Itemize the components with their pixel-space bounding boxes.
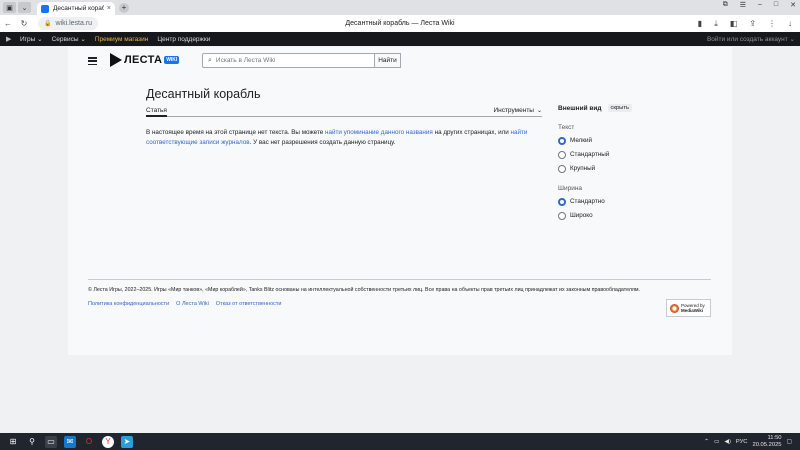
- text-size-standard[interactable]: Стандартный: [558, 150, 658, 159]
- body-text: на других страницах, или: [432, 129, 511, 136]
- footer-links: Политика конфиденциальности О Леста Wiki…: [88, 301, 281, 307]
- lock-icon: 🔒: [44, 21, 52, 27]
- text-size-large[interactable]: Крупный: [558, 164, 658, 173]
- lesta-logo-icon[interactable]: ▶: [6, 35, 14, 43]
- url-text: wiki.lesta.ru: [55, 20, 93, 27]
- opera-icon[interactable]: O: [83, 436, 95, 448]
- mediawiki-text: MediaWiki: [681, 308, 703, 313]
- download-icon[interactable]: ⤓: [714, 19, 718, 29]
- extensions-icon[interactable]: ◧: [730, 19, 738, 29]
- appearance-panel: Внешний вид скрыть Текст Мелкий Стандарт…: [558, 104, 658, 220]
- address-bar-row: ← ↻ 🔒 wiki.lesta.ru Десантный корабль — …: [0, 15, 800, 32]
- text-size-label: Текст: [558, 124, 575, 131]
- network-icon[interactable]: ▭: [714, 439, 719, 445]
- radio-unchecked[interactable]: [558, 150, 566, 159]
- services-menu[interactable]: Сервисы ⌄: [52, 35, 86, 43]
- search-input[interactable]: ⌕ Искать в Леста Wiki: [202, 53, 401, 68]
- disclaimer-link[interactable]: Отказ от ответственности: [216, 301, 282, 307]
- tab-article[interactable]: Статья: [146, 107, 167, 114]
- language-indicator[interactable]: РУС: [736, 439, 748, 445]
- footer-copyright: © Леста Игры, 2022–2025. Игры «Мир танко…: [88, 287, 640, 293]
- tab-overview-icon[interactable]: ⧉: [723, 1, 728, 9]
- main-menu-icon[interactable]: [88, 57, 97, 65]
- games-menu[interactable]: Игры ⌄: [20, 35, 43, 43]
- telegram-icon[interactable]: ➤: [121, 435, 133, 448]
- browser-menu-icon[interactable]: ▣: [3, 2, 16, 13]
- article-tabs: Статья Инструменты ⌄: [146, 105, 542, 117]
- url-field[interactable]: 🔒 wiki.lesta.ru: [38, 17, 99, 30]
- share-icon[interactable]: ⇪: [749, 19, 756, 29]
- wiki-badge: WIKI: [164, 56, 180, 64]
- file-explorer-icon[interactable]: ▭: [45, 435, 57, 448]
- article-body: В настоящее время на этой странице нет т…: [146, 128, 542, 147]
- hide-appearance-button[interactable]: скрыть: [607, 104, 633, 112]
- browser-tab-active[interactable]: Десантный корабль — Лес ×: [37, 2, 115, 15]
- body-text: . У вас нет разрешения создать данную ст…: [249, 138, 396, 146]
- system-tray: ⌃ ▭ ◀) РУС 11:50 20.05.2025 ▢: [704, 433, 792, 450]
- clock[interactable]: 11:50 20.05.2025: [753, 435, 782, 448]
- new-tab-button[interactable]: +: [119, 2, 129, 13]
- download-arrow-icon[interactable]: ↓: [788, 19, 792, 29]
- reload-icon[interactable]: ↻: [16, 19, 32, 28]
- clock-date: 20.05.2025: [752, 441, 782, 448]
- tabs-dropdown-icon[interactable]: ⌄: [18, 2, 31, 13]
- wiki-page: ЛЕСТА WIKI ⌕ Искать в Леста Wiki Найти Д…: [68, 47, 732, 355]
- yandex-browser-icon[interactable]: Y: [102, 435, 114, 448]
- text-size-small[interactable]: Мелкий: [558, 136, 658, 145]
- windows-start-icon[interactable]: ⊞: [7, 436, 19, 448]
- tools-dropdown[interactable]: Инструменты ⌄: [493, 107, 542, 114]
- about-wiki-link[interactable]: О Леста Wiki: [176, 301, 209, 307]
- radio-unchecked[interactable]: [558, 211, 566, 220]
- browser-tab-strip: ▣ ⌄ Десантный корабль — Лес × + ⧉ ☰ – □ …: [0, 0, 800, 15]
- search-mentions-link[interactable]: найти упоминание данного названия: [325, 129, 433, 136]
- tab-close-icon[interactable]: ×: [107, 5, 111, 12]
- brand-wordmark: ЛЕСТА: [124, 54, 163, 66]
- powered-by-mediawiki-badge[interactable]: Powered by MediaWiki: [666, 299, 711, 317]
- search-button[interactable]: Найти: [374, 53, 401, 68]
- privacy-policy-link[interactable]: Политика конфиденциальности: [88, 301, 169, 307]
- tab-title: Десантный корабль — Лес: [53, 5, 104, 12]
- notifications-icon[interactable]: ▢: [787, 439, 792, 445]
- width-wide[interactable]: Широко: [558, 211, 658, 220]
- outlook-icon[interactable]: ✉: [64, 435, 76, 448]
- lesta-triangle-icon: [110, 53, 122, 67]
- bookmark-icon[interactable]: ▮: [698, 19, 702, 29]
- radio-checked[interactable]: [558, 197, 566, 206]
- mediawiki-logo-icon: [670, 303, 679, 313]
- tray-expand-icon[interactable]: ⌃: [704, 439, 709, 445]
- volume-icon[interactable]: ◀): [725, 439, 731, 445]
- login-link[interactable]: Войти или создать аккаунт ⌄: [707, 35, 795, 43]
- taskbar: ⊞ ⚲ ▭ ✉ O Y ➤ ⌃ ▭ ◀) РУС 11:50 20.05.202…: [0, 433, 800, 450]
- appearance-title: Внешний вид: [558, 104, 602, 112]
- site-logo[interactable]: ЛЕСТА WIKI: [110, 53, 180, 67]
- page-title-center: Десантный корабль — Леста Wiki: [345, 20, 455, 27]
- minimize-icon[interactable]: –: [758, 1, 762, 9]
- wiki-favicon-icon: [41, 4, 49, 13]
- body-text: В настоящее время на этой странице нет т…: [146, 129, 326, 136]
- search-placeholder: Искать в Леста Wiki: [215, 57, 276, 64]
- footer-divider: [88, 279, 711, 280]
- width-label: Ширина: [558, 185, 583, 192]
- window-controls: ⧉ ☰ – □ ✕: [723, 1, 796, 9]
- more-menu-icon[interactable]: ⋮: [768, 19, 776, 29]
- radio-checked[interactable]: [558, 136, 566, 145]
- back-icon[interactable]: ←: [0, 19, 16, 28]
- search-icon: ⌕: [208, 56, 212, 64]
- premium-shop-link[interactable]: Премиум магазин: [95, 36, 149, 43]
- support-center-link[interactable]: Центр поддержки: [157, 36, 210, 43]
- article-title: Десантный корабль: [146, 87, 261, 101]
- tab-active-underline: [146, 115, 167, 117]
- address-bar-actions: ▮ ⤓ ◧ ⇪ ⋮ ↓: [698, 19, 792, 29]
- radio-unchecked[interactable]: [558, 164, 566, 173]
- bookmarks-icon[interactable]: ☰: [740, 1, 746, 9]
- search-taskbar-icon[interactable]: ⚲: [26, 436, 38, 448]
- lesta-global-bar: ▶ Игры ⌄ Сервисы ⌄ Премиум магазин Центр…: [0, 32, 800, 46]
- width-standard[interactable]: Стандартно: [558, 197, 658, 206]
- maximize-icon[interactable]: □: [774, 1, 778, 9]
- close-window-icon[interactable]: ✕: [790, 1, 796, 9]
- chevron-down-icon: ⌄: [536, 108, 542, 114]
